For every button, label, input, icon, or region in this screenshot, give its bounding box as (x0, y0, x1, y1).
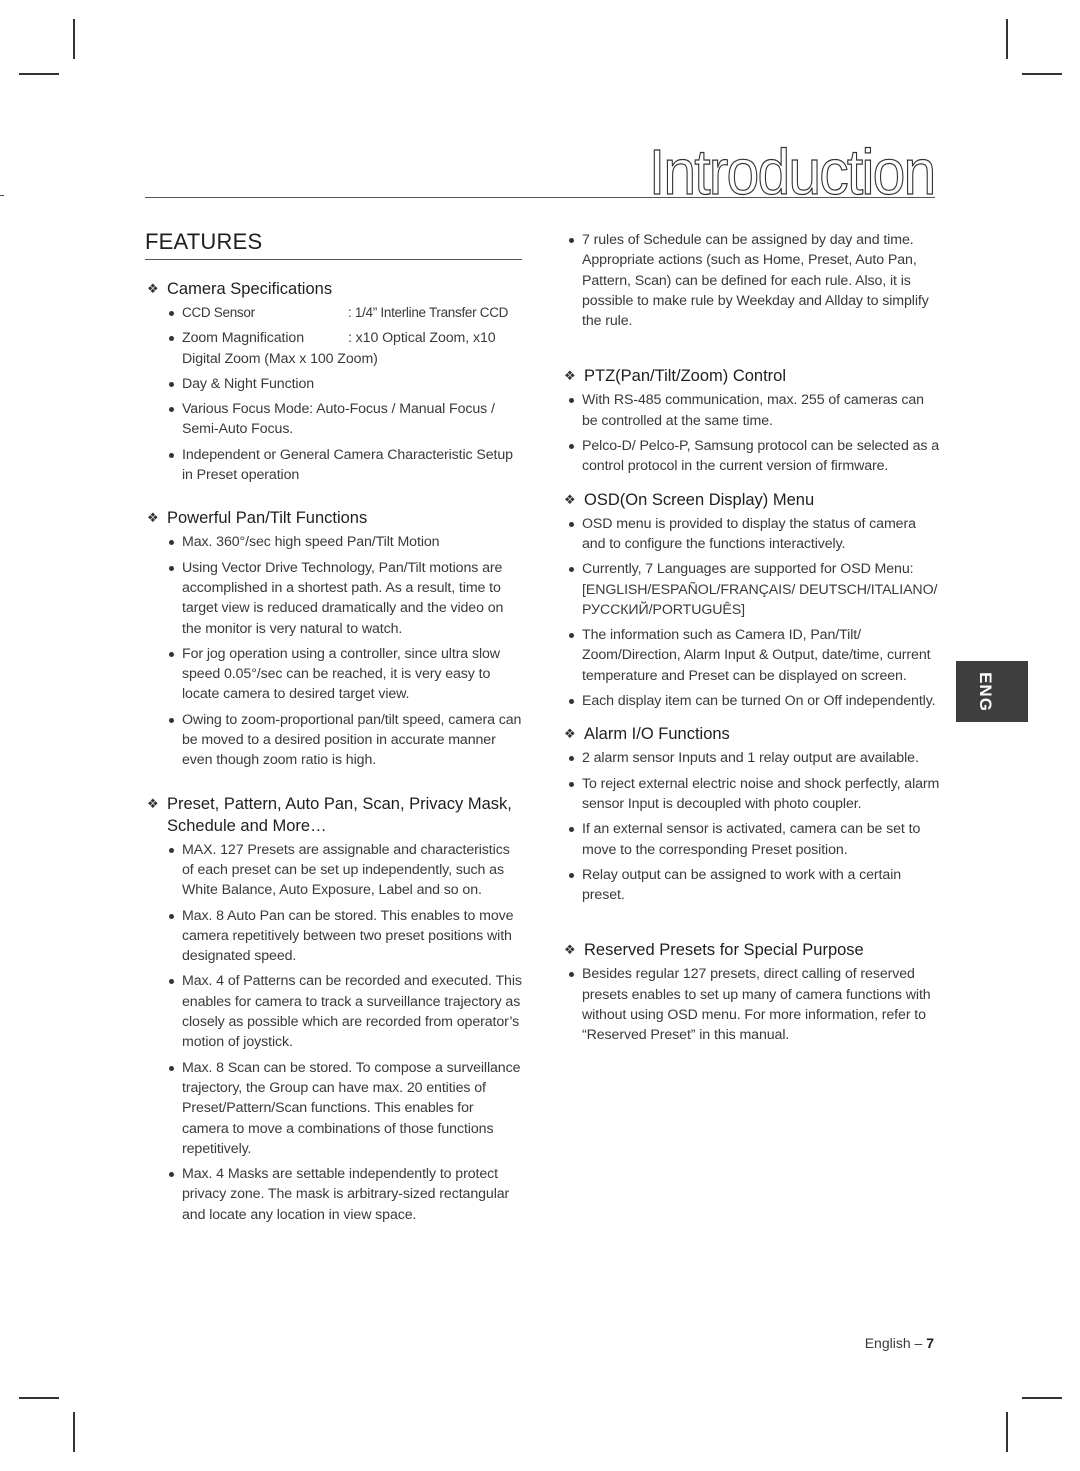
list-item: For jog operation using a controller, si… (168, 644, 523, 705)
language-tab: ENG (956, 661, 1028, 722)
crop-mark-top-right-vertical (1006, 19, 1008, 59)
crop-mark-bottom-right-vertical (1006, 1412, 1008, 1452)
bullet-list: CCD Sensor: 1/4” Interline Transfer CCD … (168, 303, 523, 485)
list-item: Pelco-D/ Pelco-P, Samsung protocol can b… (568, 436, 940, 477)
list-item: 2 alarm sensor Inputs and 1 relay output… (568, 748, 940, 768)
section-heading-text: Alarm I/O Functions (584, 725, 730, 744)
section-reserved-presets: ❖ Reserved Presets for Special Purpose B… (562, 939, 940, 1045)
crop-mark-bottom-left-horizontal (19, 1397, 59, 1399)
list-item: Day & Night Function (168, 374, 523, 394)
section-heading: ❖ Camera Specifications (145, 278, 523, 300)
diamond-bullet-icon: ❖ (564, 491, 576, 507)
page-title-text: Introduction (648, 136, 937, 208)
section-preset-pattern: ❖ Preset, Pattern, Auto Pan, Scan, Priva… (145, 793, 523, 1225)
diamond-bullet-icon: ❖ (564, 368, 576, 384)
list-item: MAX. 127 Presets are assignable and char… (168, 840, 523, 901)
page-number: 7 (926, 1335, 934, 1351)
bullet-list: MAX. 127 Presets are assignable and char… (168, 840, 523, 1225)
crop-mark-bottom-left-vertical (73, 1412, 75, 1452)
section-heading: ❖ Preset, Pattern, Auto Pan, Scan, Priva… (145, 793, 523, 837)
spec-row-zoom-magnification: Zoom Magnification: x10 Optical Zoom, x1… (168, 328, 523, 369)
section-heading-text: Powerful Pan/Tilt Functions (167, 509, 368, 528)
list-item: With RS-485 communication, max. 255 of c… (568, 390, 940, 431)
bullet-list: Besides regular 127 presets, direct call… (568, 964, 940, 1045)
section-heading: ❖ PTZ(Pan/Tilt/Zoom) Control (562, 365, 940, 387)
list-item: To reject external electric noise and sh… (568, 774, 940, 815)
left-column: FEATURES ❖ Camera Specifications CCD Sen… (145, 228, 523, 1230)
list-item: Max. 4 of Patterns can be recorded and e… (168, 971, 523, 1052)
list-item: Various Focus Mode: Auto-Focus / Manual … (168, 399, 523, 440)
list-item: Each display item can be turned On or Of… (568, 691, 940, 711)
section-ptz-control: ❖ PTZ(Pan/Tilt/Zoom) Control With RS-485… (562, 365, 940, 476)
spec-key: CCD Sensor (182, 305, 255, 320)
list-item: Using Vector Drive Technology, Pan/Tilt … (168, 558, 523, 639)
section-heading: ❖ Reserved Presets for Special Purpose (562, 939, 940, 961)
crop-mark-bottom-right-horizontal (1022, 1397, 1062, 1399)
section-heading-text: OSD(On Screen Display) Menu (584, 490, 815, 509)
continued-bullet-list: 7 rules of Schedule can be assigned by d… (568, 230, 940, 331)
bullet-list: Max. 360°/sec high speed Pan/Tilt Motion… (168, 532, 523, 770)
section-pan-tilt-functions: ❖ Powerful Pan/Tilt Functions Max. 360°/… (145, 507, 523, 770)
footer-label: English – (864, 1335, 923, 1351)
list-item: Max. 360°/sec high speed Pan/Tilt Motion (168, 532, 523, 552)
list-item: Currently, 7 Languages are supported for… (568, 559, 940, 620)
margin-tick (0, 195, 4, 196)
diamond-bullet-icon: ❖ (147, 281, 159, 296)
section-heading: ❖ Alarm I/O Functions (562, 723, 940, 745)
section-heading-text: Preset, Pattern, Auto Pan, Scan, Privacy… (167, 794, 512, 835)
list-item: 7 rules of Schedule can be assigned by d… (568, 230, 940, 331)
bullet-list: OSD menu is provided to display the stat… (568, 514, 940, 712)
section-heading: ❖ OSD(On Screen Display) Menu (562, 489, 940, 511)
section-heading-text: Reserved Presets for Special Purpose (584, 941, 864, 960)
language-tab-label: ENG (975, 671, 995, 712)
section-heading-text: Camera Specifications (167, 280, 333, 298)
bullet-list: With RS-485 communication, max. 255 of c… (568, 390, 940, 476)
list-item: OSD menu is provided to display the stat… (568, 514, 940, 555)
list-item: If an external sensor is activated, came… (568, 819, 940, 860)
section-camera-specifications: ❖ Camera Specifications CCD Sensor : 1/4”… (145, 278, 523, 485)
spec-row-ccd-sensor: CCD Sensor : 1/4” Interline Transfer CCD (168, 303, 523, 323)
section-heading: ❖ Powerful Pan/Tilt Functions (145, 507, 523, 529)
list-item: The information such as Camera ID, Pan/T… (568, 625, 940, 686)
diamond-bullet-icon: ❖ (564, 726, 576, 742)
diamond-bullet-icon: ❖ (564, 942, 576, 958)
list-item: Besides regular 127 presets, direct call… (568, 964, 940, 1045)
list-item: Max. 8 Scan can be stored. To compose a … (168, 1058, 523, 1159)
list-item: Max. 8 Auto Pan can be stored. This enab… (168, 906, 523, 967)
list-item: Relay output can be assigned to work wit… (568, 865, 940, 906)
section-osd-menu: ❖ OSD(On Screen Display) Menu OSD menu i… (562, 489, 940, 712)
right-column: 7 rules of Schedule can be assigned by d… (562, 230, 940, 1051)
diamond-bullet-icon: ❖ (147, 510, 159, 526)
list-item: Independent or General Camera Characteri… (168, 445, 523, 486)
diamond-bullet-icon: ❖ (147, 795, 159, 811)
features-heading: FEATURES (145, 228, 522, 260)
page-title: Introduction (624, 136, 937, 208)
section-heading-text: PTZ(Pan/Tilt/Zoom) Control (584, 367, 787, 386)
bullet-list: 2 alarm sensor Inputs and 1 relay output… (568, 748, 940, 905)
list-item: Max. 4 Masks are settable independently … (168, 1164, 523, 1225)
page-footer: English – 7 (865, 1335, 934, 1351)
crop-mark-top-left-horizontal (19, 73, 59, 75)
spec-value: : 1/4” Interline Transfer CCD (348, 305, 509, 320)
crop-mark-top-right-horizontal (1022, 73, 1062, 75)
spec-key: Zoom Magnification (182, 330, 305, 347)
list-item: Owing to zoom-proportional pan/tilt spee… (168, 710, 523, 771)
section-alarm-io: ❖ Alarm I/O Functions 2 alarm sensor Inp… (562, 723, 940, 905)
crop-mark-top-left-vertical (73, 19, 75, 59)
